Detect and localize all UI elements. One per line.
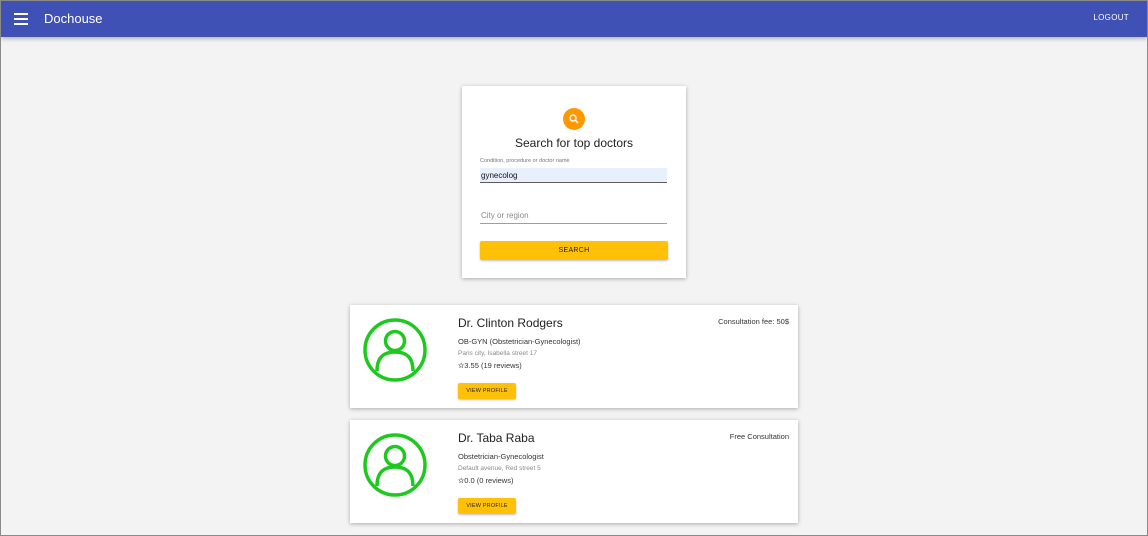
doctor-name: Dr. Clinton Rodgers	[458, 316, 563, 330]
doctor-rating: ✫3.55 (19 reviews)	[458, 361, 522, 370]
app-title: Dochouse	[44, 11, 103, 26]
city-input[interactable]: City or region	[480, 210, 667, 224]
doctor-specialty: Obstetrician-Gynecologist	[458, 452, 544, 461]
consultation-fee: Free Consultation	[729, 432, 789, 441]
menu-icon[interactable]	[14, 13, 28, 25]
view-profile-button[interactable]: VIEW PROFILE	[458, 383, 516, 399]
doctor-avatar-icon	[363, 318, 427, 382]
logout-button[interactable]: LOGOUT	[1093, 13, 1129, 22]
doctor-avatar-icon	[363, 433, 427, 497]
doctor-card: Dr. Taba Raba Obstetrician-Gynecologist …	[350, 420, 798, 523]
consultation-fee: Consultation fee: 50$	[718, 317, 789, 326]
condition-input[interactable]: gynecolog	[480, 168, 667, 183]
search-card: Search for top doctors Condition, proced…	[462, 86, 686, 278]
condition-field-label: Condition, procedure or doctor name	[480, 158, 570, 164]
app-bar: Dochouse LOGOUT	[1, 1, 1147, 37]
doctor-card: Dr. Clinton Rodgers OB-GYN (Obstetrician…	[350, 305, 798, 408]
doctor-name: Dr. Taba Raba	[458, 431, 535, 445]
doctor-address: Default avenue, Red street 5	[458, 465, 541, 472]
doctor-specialty: OB-GYN (Obstetrician-Gynecologist)	[458, 337, 581, 346]
app-window: Dochouse LOGOUT Search for top doctors C…	[0, 0, 1148, 536]
search-title: Search for top doctors	[514, 136, 634, 150]
search-button[interactable]: SEARCH	[480, 241, 668, 260]
doctor-address: Paris city, Isabella street 17	[458, 350, 537, 357]
view-profile-button[interactable]: VIEW PROFILE	[458, 498, 516, 514]
search-icon	[563, 108, 585, 130]
doctor-rating: ✫0.0 (0 reviews)	[458, 476, 514, 485]
